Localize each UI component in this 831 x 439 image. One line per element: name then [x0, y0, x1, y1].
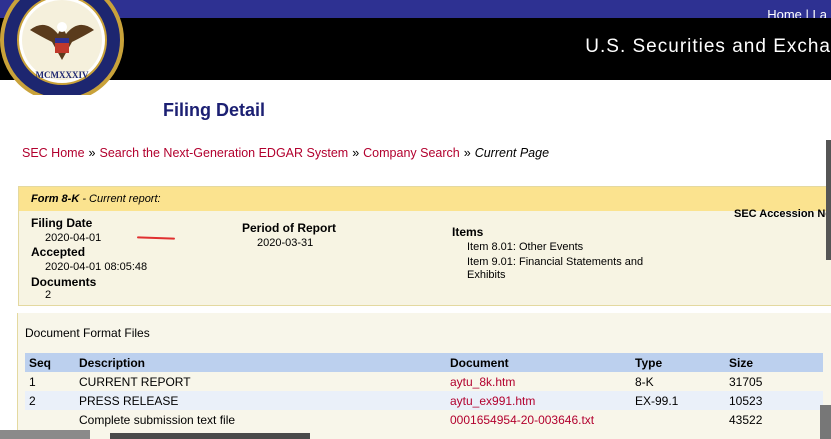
document-format-files: Document Format Files Seq Description Do…: [17, 313, 831, 439]
col-size: Size: [725, 353, 823, 372]
accession-label: SEC Accession No: [733, 208, 831, 220]
table-row: Complete submission text file 0001654954…: [25, 410, 823, 429]
row-description: PRESS RELEASE: [75, 391, 446, 410]
row-size: 43522: [729, 412, 763, 427]
period-label: Period of Report: [242, 221, 337, 235]
accepted-label: Accepted: [31, 245, 86, 259]
row-description: Complete submission text file: [79, 412, 236, 427]
row-seq: 1: [29, 374, 36, 389]
photo-edge-bottom-left: [0, 430, 90, 439]
row-seq: [25, 410, 75, 429]
breadcrumb-company-search[interactable]: Company Search: [363, 146, 460, 160]
row-seq: 2: [25, 391, 75, 410]
banner-title: U.S. Securities and Excha: [585, 36, 831, 57]
document-link[interactable]: 0001654954-20-003646.txt: [450, 413, 594, 427]
table-row: 2 PRESS RELEASE aytu_ex991.htm EX-99.1 1…: [25, 391, 823, 410]
form-description: - Current report:: [79, 193, 161, 205]
table-header-row: Seq Description Document Type Size: [25, 353, 823, 372]
photo-edge-bottom-right: [820, 405, 831, 439]
item-8-01: Item 8.01: Other Events: [467, 241, 584, 253]
documents-table: Seq Description Document Type Size 1 CUR…: [25, 353, 823, 429]
svg-text:MCMXXXIV: MCMXXXIV: [36, 70, 89, 80]
period-value: 2020-03-31: [257, 237, 314, 249]
item-9-01: Item 9.01: Financial Statements and: [467, 256, 644, 268]
document-link[interactable]: aytu_ex991.htm: [450, 394, 535, 408]
photo-edge-right: [826, 140, 831, 260]
filing-date-label: Filing Date: [31, 216, 93, 230]
items-label: Items: [452, 225, 484, 239]
item-exhibits: Exhibits: [467, 269, 506, 281]
row-type: 8-K: [635, 374, 654, 389]
breadcrumb-current: Current Page: [474, 146, 550, 160]
filing-info-box: Form 8-K - Current report: SEC Accession…: [18, 186, 831, 306]
sec-seal-logo[interactable]: MCMXXXIV: [0, 0, 125, 95]
form-label: Form 8-K: [31, 193, 80, 205]
page-title: Filing Detail: [163, 100, 266, 120]
table-row: 1 CURRENT REPORT aytu_8k.htm 8-K 31705: [25, 372, 823, 391]
breadcrumb: SEC Home» Search the Next-Generation EDGA…: [22, 146, 550, 160]
document-link[interactable]: aytu_8k.htm: [450, 375, 515, 389]
col-document: Document: [446, 353, 631, 372]
col-type: Type: [631, 353, 725, 372]
row-size: 10523: [725, 391, 823, 410]
row-description: CURRENT REPORT: [79, 374, 191, 389]
doc-files-caption: Document Format Files: [25, 326, 150, 340]
accepted-value: 2020-04-01 08:05:48: [45, 261, 148, 273]
documents-label: Documents: [31, 275, 97, 289]
row-type: [631, 410, 725, 429]
form-type: Form 8-K - Current report:: [31, 193, 161, 205]
col-description: Description: [75, 353, 446, 372]
photo-edge-bottom: [110, 433, 310, 439]
breadcrumb-sec-home[interactable]: SEC Home: [22, 146, 85, 160]
row-size: 31705: [729, 374, 763, 389]
filing-date-value: 2020-04-01: [45, 232, 102, 244]
breadcrumb-edgar-search[interactable]: Search the Next-Generation EDGAR System: [99, 146, 348, 160]
red-pen-mark: [136, 236, 176, 240]
documents-value: 2: [45, 289, 52, 301]
col-seq: Seq: [25, 353, 75, 372]
row-type: EX-99.1: [631, 391, 725, 410]
